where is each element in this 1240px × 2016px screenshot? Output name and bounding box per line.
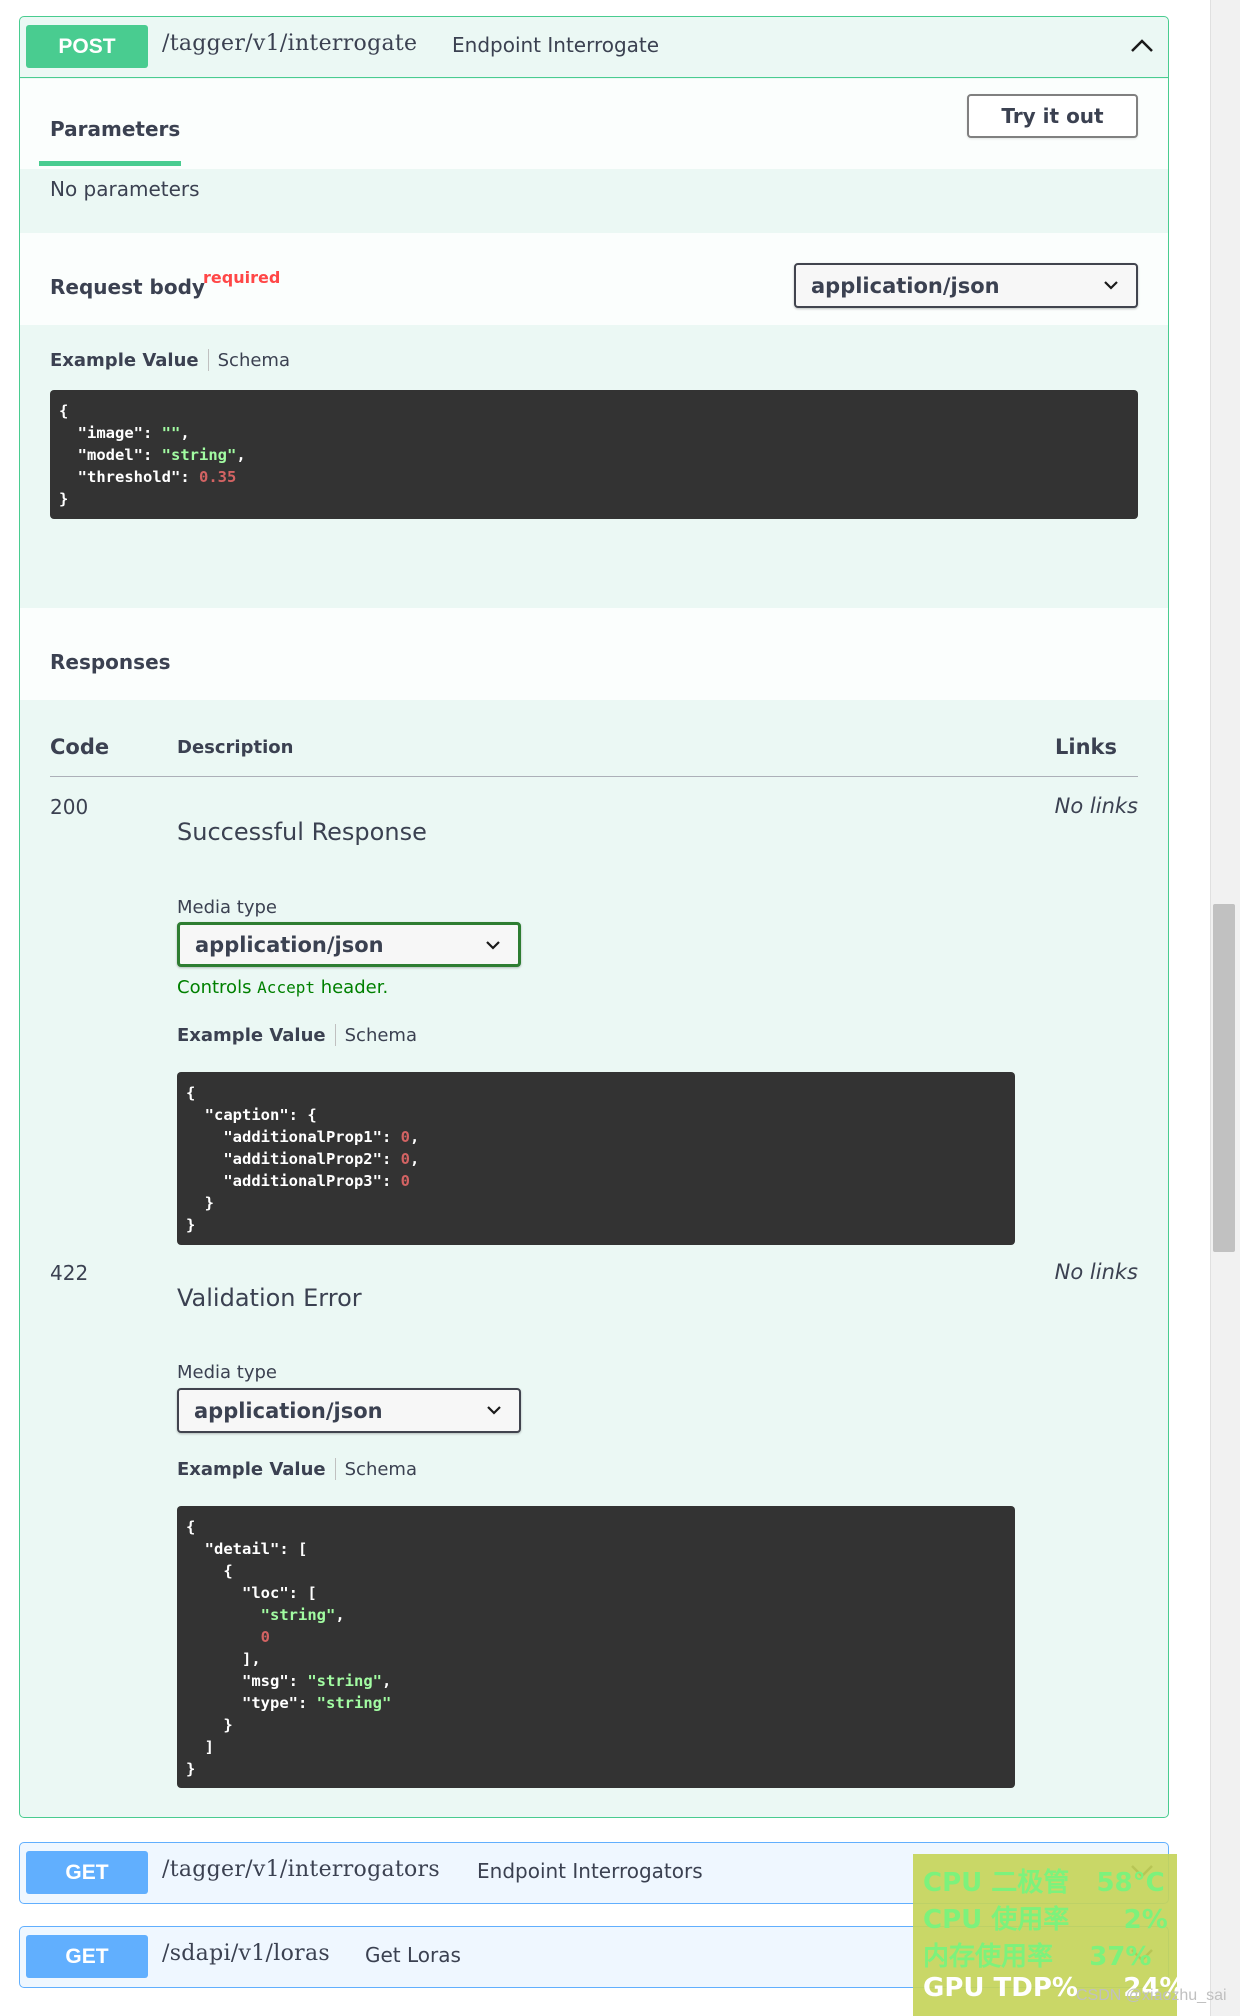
endpoint-summary: Endpoint Interrogate bbox=[452, 33, 660, 57]
response-links-422: No links bbox=[1054, 1260, 1138, 1284]
response-links-200: No links bbox=[1054, 794, 1138, 818]
responses-header: Responses bbox=[20, 608, 1168, 700]
method-badge-post: POST bbox=[26, 25, 148, 68]
request-body-label: Request body bbox=[50, 275, 205, 299]
code-line: } bbox=[186, 1760, 196, 1778]
required-badge: required bbox=[203, 268, 281, 287]
tab-schema[interactable]: Schema bbox=[345, 1025, 417, 1046]
tab-schema[interactable]: Schema bbox=[345, 1459, 417, 1480]
method-badge-get: GET bbox=[26, 1851, 148, 1894]
response-200-media-type-select[interactable]: application/json bbox=[177, 922, 521, 967]
caret-down-icon bbox=[486, 941, 500, 950]
code-line: "additionalProp3": 0 bbox=[223, 1172, 410, 1190]
code-line: ] bbox=[204, 1738, 215, 1756]
opblock-post-interrogate: POST /tagger/v1/interrogate Endpoint Int… bbox=[19, 16, 1169, 1818]
response-422-example-code: { "detail": [ { "loc": [ "string", 0 ], … bbox=[177, 1506, 1015, 1788]
code-line: { bbox=[186, 1084, 196, 1102]
caret-down-icon bbox=[487, 1406, 501, 1415]
tab-parameters[interactable]: Parameters bbox=[50, 117, 180, 141]
code-line: { bbox=[223, 1562, 233, 1580]
code-line: ], bbox=[242, 1650, 261, 1668]
table-header-divider bbox=[50, 776, 1138, 777]
tab-divider bbox=[334, 1024, 336, 1046]
media-type-label: Media type bbox=[177, 897, 277, 918]
code-line: "image": "", bbox=[77, 424, 190, 442]
code-line: "loc": [ bbox=[242, 1584, 317, 1602]
overlay-memory-usage: 内存使用率 37% bbox=[923, 1942, 1152, 1972]
code-line: } bbox=[204, 1194, 215, 1212]
request-body-header: Request body required application/json bbox=[20, 233, 1168, 325]
code-line: } bbox=[59, 490, 69, 508]
select-value: application/json bbox=[811, 273, 1000, 298]
code-line: "string", bbox=[260, 1606, 345, 1624]
response-code-422: 422 bbox=[50, 1261, 89, 1285]
controls-code: Accept bbox=[257, 978, 315, 997]
controls-accept-note: Controls Accept header. bbox=[177, 977, 388, 998]
tab-example-value[interactable]: Example Value bbox=[50, 350, 199, 371]
endpoint-path: /tagger/v1/interrogate bbox=[162, 31, 418, 56]
tab-divider bbox=[334, 1458, 336, 1480]
code-line: "caption": { bbox=[204, 1106, 317, 1124]
code-line: "model": "string", bbox=[77, 446, 246, 464]
controls-prefix: Controls bbox=[177, 977, 258, 998]
tab-schema[interactable]: Schema bbox=[218, 350, 290, 371]
overlay-cpu-temp: CPU 二极管 58°C bbox=[923, 1868, 1165, 1898]
endpoint-summary: Endpoint Interrogators bbox=[477, 1859, 703, 1883]
tab-active-indicator bbox=[39, 161, 181, 166]
controls-suffix: header. bbox=[314, 977, 389, 998]
method-badge-get: GET bbox=[26, 1935, 148, 1978]
col-header-links: Links bbox=[1055, 735, 1117, 759]
code-line: } bbox=[186, 1216, 196, 1234]
request-example-tabs: Example Value Schema bbox=[50, 349, 290, 371]
response-200-example-code: { "caption": { "additionalProp1": 0, "ad… bbox=[177, 1072, 1015, 1245]
response-422-example-tabs: Example Value Schema bbox=[177, 1458, 417, 1480]
select-value: application/json bbox=[195, 932, 384, 957]
col-header-description: Description bbox=[177, 737, 294, 758]
response-code-200: 200 bbox=[50, 795, 89, 819]
scrollbar-thumb[interactable] bbox=[1213, 904, 1235, 1252]
tab-divider bbox=[207, 349, 209, 371]
overlay-cpu-usage: CPU 使用率 2% bbox=[923, 1905, 1168, 1935]
code-line: 0 bbox=[260, 1628, 270, 1646]
request-example-code: { "image": "", "model": "string", "thres… bbox=[50, 390, 1138, 519]
endpoint-path: /sdapi/v1/loras bbox=[162, 1941, 330, 1966]
code-line: } bbox=[223, 1716, 233, 1734]
opblock-summary[interactable]: POST /tagger/v1/interrogate Endpoint Int… bbox=[20, 17, 1168, 78]
tab-example-value[interactable]: Example Value bbox=[177, 1025, 326, 1046]
response-description-422: Validation Error bbox=[177, 1284, 362, 1312]
code-line: "type": "string" bbox=[242, 1694, 392, 1712]
code-line: { bbox=[59, 402, 69, 420]
request-content-type-select[interactable]: application/json bbox=[794, 263, 1138, 308]
select-value: application/json bbox=[194, 1398, 383, 1423]
media-type-label: Media type bbox=[177, 1362, 277, 1383]
responses-title: Responses bbox=[50, 650, 171, 674]
caret-down-icon bbox=[1104, 281, 1118, 290]
tab-example-value[interactable]: Example Value bbox=[177, 1459, 326, 1480]
endpoint-summary: Get Loras bbox=[365, 1943, 461, 1967]
response-200-example-tabs: Example Value Schema bbox=[177, 1024, 417, 1046]
col-header-code: Code bbox=[50, 735, 110, 759]
code-line: "additionalProp1": 0, bbox=[223, 1128, 420, 1146]
code-line: "additionalProp2": 0, bbox=[223, 1150, 420, 1168]
code-line: { bbox=[186, 1518, 196, 1536]
watermark: CSDN @xiaozhu_sai bbox=[1076, 1987, 1227, 2004]
response-description-200: Successful Response bbox=[177, 818, 427, 846]
parameters-section-header: Parameters Try it out bbox=[20, 79, 1168, 169]
no-parameters-text: No parameters bbox=[50, 177, 200, 201]
chevron-up-icon[interactable] bbox=[1130, 37, 1154, 53]
code-line: "threshold": 0.35 bbox=[77, 468, 237, 486]
endpoint-path: /tagger/v1/interrogators bbox=[162, 1857, 440, 1882]
code-line: "msg": "string", bbox=[242, 1672, 392, 1690]
code-line: "detail": [ bbox=[204, 1540, 308, 1558]
response-422-media-type-select[interactable]: application/json bbox=[177, 1388, 521, 1433]
try-it-out-button[interactable]: Try it out bbox=[967, 94, 1138, 138]
